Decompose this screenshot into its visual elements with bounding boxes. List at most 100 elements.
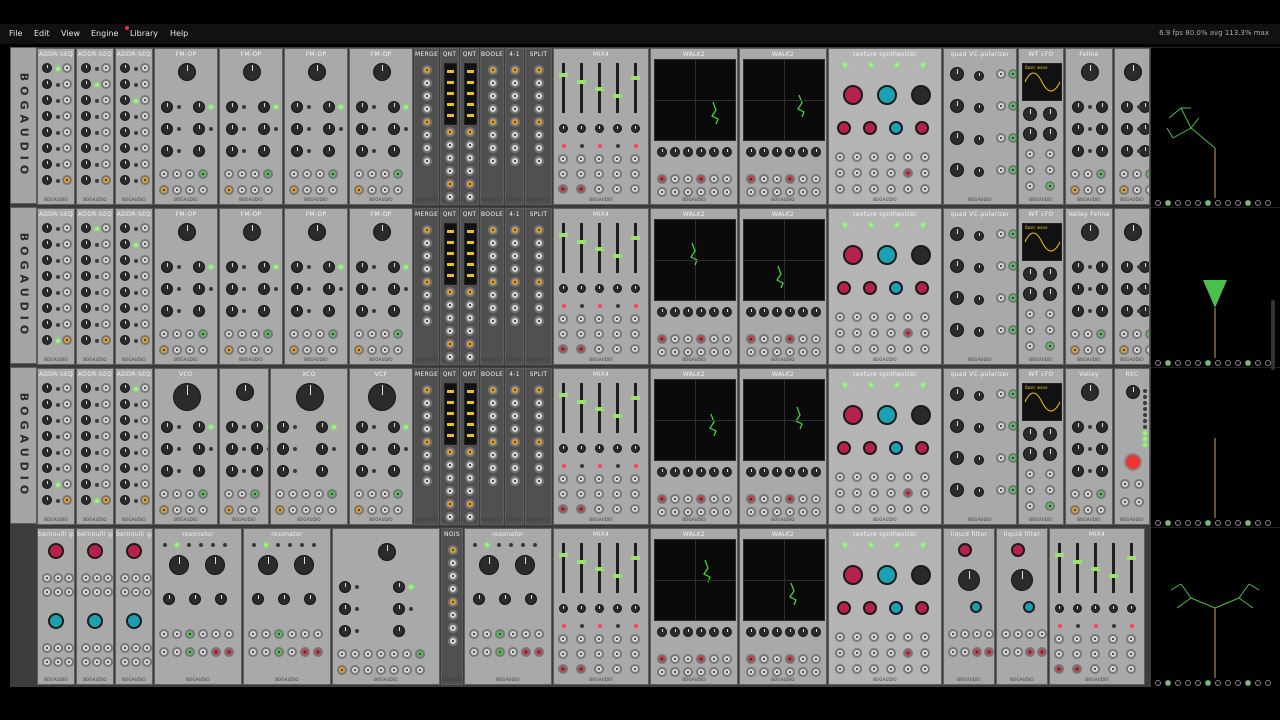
patch-jack[interactable] <box>237 345 247 355</box>
texture-knob[interactable] <box>843 565 863 585</box>
step-knob[interactable] <box>42 271 52 281</box>
patch-jack[interactable] <box>576 649 586 659</box>
patch-jack[interactable] <box>328 169 338 179</box>
patch-jack[interactable] <box>1013 647 1023 657</box>
probability-knob[interactable] <box>87 613 103 629</box>
step-knob[interactable] <box>81 447 91 457</box>
patch-jack[interactable] <box>657 654 667 664</box>
patch-jack[interactable] <box>140 111 150 121</box>
patch-jack[interactable] <box>772 654 782 664</box>
patch-jack[interactable] <box>140 479 150 489</box>
patch-jack[interactable] <box>142 587 152 597</box>
fader[interactable] <box>613 543 622 593</box>
patch-jack[interactable] <box>576 664 586 674</box>
patch-jack[interactable] <box>811 174 821 184</box>
patch-jack[interactable] <box>1045 309 1055 319</box>
patch-jack[interactable] <box>670 174 680 184</box>
module-walk2[interactable]: WALK2 BOGAUDIO <box>650 368 738 525</box>
patch-jack[interactable] <box>534 130 544 140</box>
patch-jack[interactable] <box>746 174 756 184</box>
patch-jack[interactable] <box>576 329 586 339</box>
step-knob[interactable] <box>81 479 91 489</box>
patch-jack[interactable] <box>510 78 520 88</box>
param-knob[interactable] <box>323 123 335 135</box>
patch-jack[interactable] <box>62 431 72 441</box>
patch-jack[interactable] <box>835 152 845 162</box>
patch-jack[interactable] <box>448 597 458 607</box>
patch-jack[interactable] <box>903 472 913 482</box>
patch-jack[interactable] <box>886 472 896 482</box>
polarizer-knob[interactable] <box>950 451 964 465</box>
patch-jack[interactable] <box>1008 101 1016 111</box>
patch-jack[interactable] <box>415 665 425 675</box>
patch-jack[interactable] <box>558 329 568 339</box>
module-addr-seq[interactable]: ADDR-SEQ BOGAUDIO <box>115 368 153 525</box>
patch-jack[interactable] <box>448 558 458 568</box>
module-fm-op[interactable]: FM-OP BOGAUDIO <box>349 208 413 365</box>
patch-jack[interactable] <box>81 643 91 653</box>
polarizer-knob[interactable] <box>950 131 964 145</box>
patch-jack[interactable] <box>263 329 273 339</box>
param-knob[interactable] <box>251 465 263 477</box>
patch-jack[interactable] <box>886 152 896 162</box>
module-resonator[interactable]: resonator BOGAUDIO <box>154 528 242 685</box>
patch-jack[interactable] <box>350 649 360 659</box>
patch-jack[interactable] <box>903 168 913 178</box>
patch-jack[interactable] <box>1083 329 1093 339</box>
module-quad-vc-polarizer[interactable]: quad VC-polarizer BOGAUDIO <box>943 368 1017 525</box>
step-knob[interactable] <box>81 495 91 505</box>
module-liquid-filter[interactable]: liquid filter BOGAUDIO <box>943 528 995 685</box>
patch-jack[interactable] <box>140 399 150 409</box>
patch-jack[interactable] <box>237 169 247 179</box>
step-knob[interactable] <box>42 159 52 169</box>
patch-jack[interactable] <box>772 347 782 357</box>
patch-jack[interactable] <box>448 636 458 646</box>
param-knob[interactable] <box>193 145 205 157</box>
polarizer-knob[interactable] <box>974 231 984 241</box>
module-addr-seq[interactable]: ADDR-SEQ BOGAUDIO <box>37 48 75 205</box>
patch-jack[interactable] <box>510 225 520 235</box>
module-4-1[interactable]: 4-1BOGAUDIO <box>505 48 524 205</box>
patch-jack[interactable] <box>263 169 273 179</box>
patch-jack[interactable] <box>465 300 475 310</box>
patch-jack[interactable] <box>772 507 782 517</box>
step-knob[interactable] <box>42 319 52 329</box>
patch-jack[interactable] <box>746 667 756 677</box>
patch-jack[interactable] <box>469 647 479 657</box>
patch-jack[interactable] <box>984 647 994 657</box>
step-knob[interactable] <box>120 239 130 249</box>
patch-jack[interactable] <box>422 104 432 114</box>
patch-jack[interactable] <box>422 398 432 408</box>
patch-jack[interactable] <box>380 185 390 195</box>
fader[interactable] <box>577 543 586 593</box>
patch-jack[interactable] <box>101 287 111 297</box>
step-knob[interactable] <box>42 431 52 441</box>
patch-jack[interactable] <box>53 573 63 583</box>
patch-jack[interactable] <box>159 629 169 639</box>
patch-jack[interactable] <box>1025 469 1035 479</box>
patch-jack[interactable] <box>327 505 337 515</box>
param-knob[interactable] <box>226 101 238 113</box>
polarizer-knob[interactable] <box>974 327 984 337</box>
patch-jack[interactable] <box>289 345 299 355</box>
ratio-knob[interactable] <box>308 63 326 81</box>
patch-jack[interactable] <box>1083 169 1093 179</box>
patch-jack[interactable] <box>852 504 862 514</box>
patch-jack[interactable] <box>594 634 604 644</box>
patch-jack[interactable] <box>142 573 152 583</box>
patch-jack[interactable] <box>852 152 862 162</box>
patch-jack[interactable] <box>869 328 879 338</box>
patch-jack[interactable] <box>185 647 195 657</box>
patch-jack[interactable] <box>534 251 544 261</box>
fader-cap[interactable] <box>1127 556 1136 560</box>
step-knob[interactable] <box>81 287 91 297</box>
step-knob[interactable] <box>42 127 52 137</box>
patch-jack[interactable] <box>415 649 425 659</box>
patch-jack[interactable] <box>81 587 91 597</box>
patch-jack[interactable] <box>709 174 719 184</box>
patch-jack[interactable] <box>709 334 719 344</box>
step-knob[interactable] <box>120 399 130 409</box>
patch-jack[interactable] <box>445 127 455 137</box>
texture-knob[interactable] <box>863 281 877 295</box>
step-knob[interactable] <box>120 271 130 281</box>
